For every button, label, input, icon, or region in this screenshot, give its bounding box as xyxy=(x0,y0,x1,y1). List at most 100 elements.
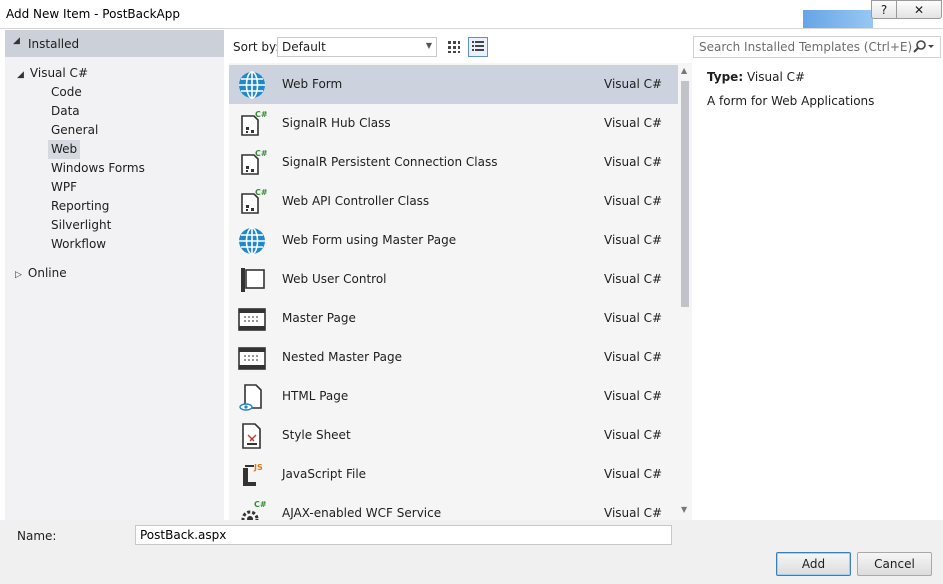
collapse-arrow-icon[interactable]: ◢ xyxy=(13,36,20,46)
globe-icon xyxy=(239,71,265,99)
template-language: Visual C# xyxy=(604,116,663,130)
template-item-web-form-using-master-page[interactable]: Web Form using Master Page Visual C# xyxy=(229,221,678,260)
svg-text:C#: C# xyxy=(255,110,267,119)
tree-item-code[interactable]: Code xyxy=(51,83,82,102)
template-item-master-page[interactable]: Master Page Visual C# xyxy=(229,299,678,338)
svg-text:C#: C# xyxy=(254,500,267,509)
template-item-html-page[interactable]: HTML Page Visual C# xyxy=(229,377,678,416)
sort-by-dropdown[interactable]: Default ▼ xyxy=(277,37,437,57)
template-language: Visual C# xyxy=(604,77,663,91)
tree-item-visual-csharp[interactable]: ◢ Visual C# xyxy=(17,64,88,83)
scroll-up-arrow-icon[interactable]: ▲ xyxy=(681,66,687,75)
tree-item-data[interactable]: Data xyxy=(51,102,80,121)
template-language: Visual C# xyxy=(604,194,663,208)
add-button[interactable]: Add xyxy=(776,552,851,576)
template-list: Web Form Visual C# C# SignalR Hub Class … xyxy=(229,63,678,520)
expand-arrow-icon[interactable]: ◢ xyxy=(17,70,24,80)
tree-item-label: Visual C# xyxy=(29,66,88,80)
expand-arrow-icon[interactable]: ▷ xyxy=(15,270,22,280)
tree-item-web[interactable]: Web xyxy=(48,140,81,159)
master-page-icon xyxy=(238,308,266,331)
csharp-class-icon: C# xyxy=(241,149,267,175)
template-language: Visual C# xyxy=(604,155,663,169)
template-item-signalr-persistent-connection-class[interactable]: C# SignalR Persistent Connection Class V… xyxy=(229,143,678,182)
globe-icon xyxy=(239,227,265,255)
template-name: JavaScript File xyxy=(282,467,367,481)
help-icon: ? xyxy=(880,2,888,17)
tree-item-windows-forms[interactable]: Windows Forms xyxy=(51,159,145,178)
scrollbar-thumb[interactable] xyxy=(681,81,689,307)
grid-view-icon xyxy=(448,41,460,53)
tree-item-silverlight[interactable]: Silverlight xyxy=(51,216,111,235)
template-name: Web Form xyxy=(282,77,343,91)
html-page-icon xyxy=(239,384,262,411)
taskbar-glow xyxy=(803,10,873,28)
master-page-icon xyxy=(238,347,266,370)
template-list-scrollbar[interactable]: ▲ ▼ xyxy=(678,63,692,520)
template-item-web-api-controller-class[interactable]: C# Web API Controller Class Visual C# xyxy=(229,182,678,221)
close-button[interactable]: ✕ xyxy=(897,0,942,19)
template-name: Web Form using Master Page xyxy=(282,233,457,247)
template-type-info: Type: Visual C# xyxy=(707,70,805,84)
dropdown-caret-icon: ▼ xyxy=(425,41,432,50)
search-icon[interactable] xyxy=(912,39,936,58)
tree-item-wpf[interactable]: WPF xyxy=(51,178,77,197)
name-label: Name: xyxy=(17,529,57,543)
template-item-signalr-hub-class[interactable]: C# SignalR Hub Class Visual C# xyxy=(229,104,678,143)
small-icons-view-button[interactable] xyxy=(444,37,464,57)
template-item-nested-master-page[interactable]: Nested Master Page Visual C# xyxy=(229,338,678,377)
window-title: Add New Item - PostBackApp xyxy=(6,7,180,21)
installed-label: Installed xyxy=(28,37,80,51)
template-name: SignalR Persistent Connection Class xyxy=(282,155,498,169)
scroll-down-arrow-icon[interactable]: ▼ xyxy=(681,505,687,514)
svg-text:C#: C# xyxy=(255,149,267,158)
template-name: Web User Control xyxy=(282,272,387,286)
template-language: Visual C# xyxy=(604,311,663,325)
type-value: Visual C# xyxy=(746,70,806,84)
user-control-icon xyxy=(241,268,265,292)
search-templates-input[interactable]: Search Installed Templates (Ctrl+E) xyxy=(693,36,941,58)
cancel-button[interactable]: Cancel xyxy=(857,552,932,576)
template-name: Style Sheet xyxy=(282,428,351,442)
title-bar: Add New Item - PostBackApp ? ✕ xyxy=(0,0,943,29)
template-item-ajax-enabled-wcf-service[interactable]: C# AJAX-enabled WCF Service Visual C# xyxy=(229,494,678,520)
template-item-javascript-file[interactable]: JS JavaScript File Visual C# xyxy=(229,455,678,494)
template-name: HTML Page xyxy=(282,389,349,403)
javascript-file-icon: JS xyxy=(243,463,263,486)
template-description: A form for Web Applications xyxy=(707,94,875,108)
csharp-class-icon: C# xyxy=(241,110,267,136)
template-item-style-sheet[interactable]: Style Sheet Visual C# xyxy=(229,416,678,455)
template-language: Visual C# xyxy=(604,506,663,520)
sort-by-value: Default xyxy=(282,40,326,54)
template-language: Visual C# xyxy=(604,467,663,481)
template-language: Visual C# xyxy=(604,428,663,442)
tree-item-workflow[interactable]: Workflow xyxy=(51,235,106,254)
list-view-icon xyxy=(472,41,484,51)
name-input[interactable] xyxy=(135,525,672,545)
csharp-class-icon: C# xyxy=(241,188,267,214)
svg-text:C#: C# xyxy=(255,188,267,197)
template-language: Visual C# xyxy=(604,272,663,286)
installed-header[interactable]: ◢ Installed xyxy=(5,30,224,57)
help-button[interactable]: ? xyxy=(871,0,897,19)
template-name: SignalR Hub Class xyxy=(282,116,391,130)
tree-item-reporting[interactable]: Reporting xyxy=(51,197,109,216)
tree-item-online[interactable]: ▷ Online xyxy=(15,264,67,283)
template-item-web-user-control[interactable]: Web User Control Visual C# xyxy=(229,260,678,299)
close-icon: ✕ xyxy=(913,2,925,17)
tree-item-label: Online xyxy=(27,266,67,280)
template-language: Visual C# xyxy=(604,350,663,364)
wcf-service-icon: C# xyxy=(241,500,267,520)
category-pane: ◢ Installed ◢ Visual C# Code Data General… xyxy=(5,30,224,520)
template-name: Nested Master Page xyxy=(282,350,402,364)
template-name: Web API Controller Class xyxy=(282,194,430,208)
type-label: Type: xyxy=(707,70,744,84)
template-item-web-form[interactable]: Web Form Visual C# xyxy=(229,65,678,104)
template-language: Visual C# xyxy=(604,233,663,247)
svg-text:JS: JS xyxy=(253,463,263,472)
tree-item-general[interactable]: General xyxy=(51,121,98,140)
template-name: AJAX-enabled WCF Service xyxy=(282,506,442,520)
style-sheet-icon xyxy=(242,423,261,449)
template-language: Visual C# xyxy=(604,389,663,403)
list-view-button[interactable] xyxy=(468,37,488,57)
